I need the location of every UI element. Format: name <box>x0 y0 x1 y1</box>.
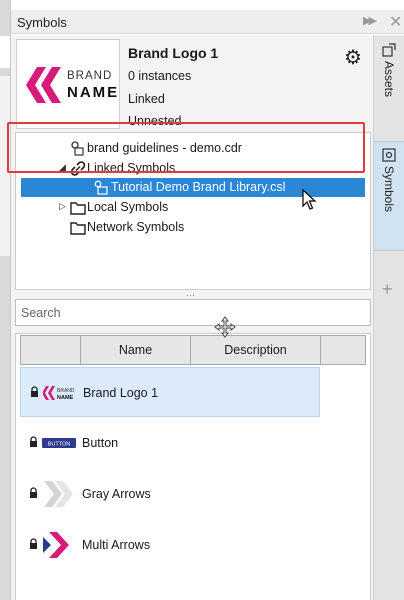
tree-item-label: Local Symbols <box>87 200 169 214</box>
lock-icon[interactable] <box>29 487 38 499</box>
search-field[interactable] <box>15 299 371 326</box>
move-cursor-icon <box>214 316 236 338</box>
button-preview: BUTTON <box>42 438 76 448</box>
app-sliver-block <box>0 36 10 68</box>
symbol-name: Multi Arrows <box>82 538 151 552</box>
folder-icon <box>70 222 86 235</box>
symbol-name: Brand Logo 1 <box>128 45 219 61</box>
symbol-name: Gray Arrows <box>82 487 151 501</box>
tab-label: Assets <box>382 61 396 98</box>
symbol-row-gray-arrows[interactable]: Gray Arrows <box>20 469 320 519</box>
double-chevron-right-icon[interactable]: ▶▶ <box>363 14 377 27</box>
close-icon[interactable]: ✕ <box>389 12 402 32</box>
panel-title: Symbols <box>17 15 67 30</box>
symbol-thumbnail: BRAND NAME <box>16 39 120 129</box>
column-header-description[interactable]: Description <box>190 335 321 365</box>
collapsed-triangle-icon[interactable]: ▷ <box>59 201 66 212</box>
tree-item-label: Network Symbols <box>87 220 185 234</box>
library-link-icon <box>94 180 108 195</box>
thumbnail-name-text: NAME <box>67 84 120 101</box>
multi-arrows-preview <box>43 532 69 558</box>
symbols-panel: BRAND NAME Brand Logo 1 0 instances Link… <box>11 35 373 600</box>
symbol-instances: 0 instances <box>128 69 192 83</box>
thumbnail-brand-text: BRAND <box>67 70 113 82</box>
lock-icon[interactable] <box>29 436 38 448</box>
symbol-row-button[interactable]: BUTTON Button <box>20 418 320 468</box>
tree-item-network-symbols[interactable]: Network Symbols <box>16 218 370 237</box>
symbol-row-multi-arrows[interactable]: Multi Arrows <box>20 520 320 570</box>
column-header-name[interactable]: Name <box>80 335 191 365</box>
lock-icon[interactable] <box>30 386 39 398</box>
symbol-link-status: Linked <box>128 92 165 106</box>
preview-brand-text: BRAND <box>57 388 75 394</box>
app-background-sliver <box>0 0 11 600</box>
preview-button-text: BUTTON <box>48 442 71 448</box>
tab-label: Symbols <box>382 166 396 213</box>
symbol-properties-header: BRAND NAME Brand Logo 1 0 instances Link… <box>11 35 373 135</box>
brand-logo-preview: BRAND NAME <box>43 386 75 401</box>
column-header-icon[interactable] <box>20 335 81 365</box>
plus-icon[interactable]: + <box>382 279 393 300</box>
search-input[interactable] <box>16 300 370 325</box>
tab-symbols[interactable]: Symbols <box>374 141 404 251</box>
annotation-highlight-box <box>7 122 365 173</box>
preview-name-text: NAME <box>57 395 74 401</box>
symbol-list: Name Description BRAND NAME Brand Logo 1… <box>15 333 371 600</box>
list-column-header: Name Description <box>20 335 366 365</box>
tab-assets[interactable]: Assets <box>374 43 404 138</box>
symbol-name: Button <box>82 436 119 450</box>
symbol-row-brand-logo[interactable]: BRAND NAME Brand Logo 1 <box>20 367 320 417</box>
brand-chevron-icon <box>26 67 61 103</box>
symbol-name: Brand Logo 1 <box>83 386 159 400</box>
panel-titlebar: Symbols ▶▶ ✕ <box>11 10 404 34</box>
mouse-pointer-icon <box>302 189 317 210</box>
gear-icon[interactable]: ⚙ <box>344 45 362 70</box>
folder-icon <box>70 202 86 215</box>
side-tab-strip: Assets Symbols + <box>373 35 404 600</box>
column-header-extra[interactable] <box>320 335 366 365</box>
assets-icon <box>382 43 396 57</box>
lock-icon[interactable] <box>29 538 38 550</box>
gray-arrows-preview <box>44 481 73 507</box>
symbols-icon <box>382 148 396 162</box>
tree-item-label: Tutorial Demo Brand Library.csl <box>111 180 286 194</box>
